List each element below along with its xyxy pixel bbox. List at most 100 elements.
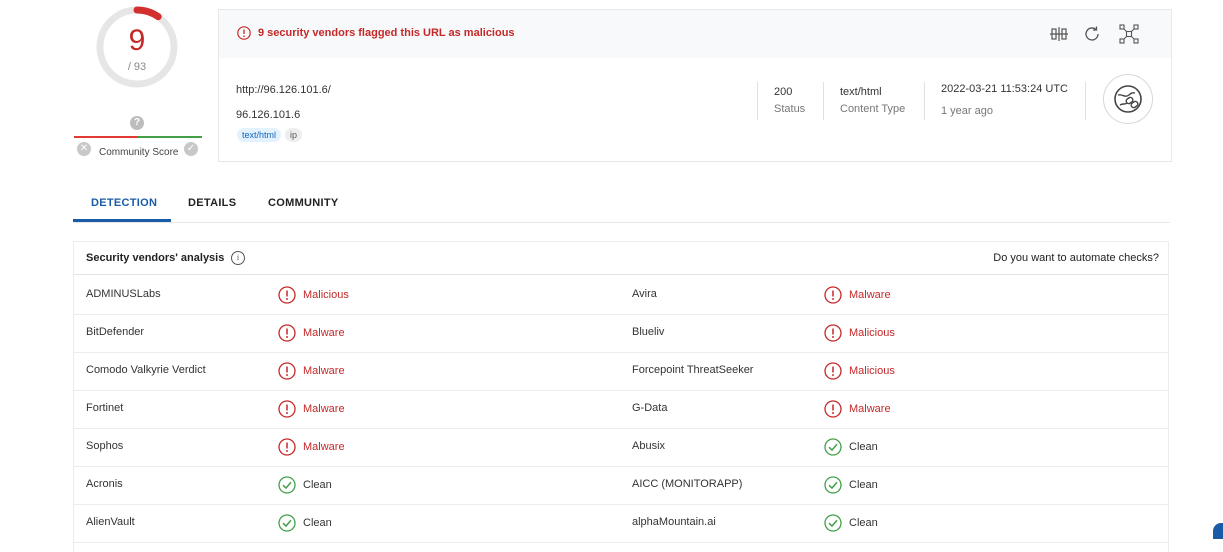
vendor-name: Acronis	[86, 478, 123, 490]
detection-result: Clean	[278, 475, 332, 495]
alert-circle-icon	[278, 438, 296, 456]
result-label: Malicious	[849, 365, 895, 377]
detection-result: Malware	[278, 437, 345, 457]
table-row: Comodo Valkyrie Verdict Malware Forcepoint…	[74, 352, 1168, 391]
downvote-icon[interactable]: ✕	[77, 142, 91, 156]
detection-result: Malicious	[824, 323, 895, 343]
table-row: Sophos Malware Abusix Clean	[74, 428, 1168, 467]
result-tabs: DETECTION DETAILS COMMUNITY	[73, 186, 1170, 223]
summary-card-header: 9 security vendors flagged this URL as m…	[219, 10, 1171, 58]
tag-content-type[interactable]: text/html	[237, 128, 282, 142]
alert-circle-icon	[824, 324, 842, 342]
vendor-name: G-Data	[632, 402, 668, 414]
detection-total: / 93	[127, 61, 147, 73]
result-label: Malware	[303, 441, 345, 453]
check-circle-icon	[278, 514, 296, 532]
alert-circle-icon	[824, 400, 842, 418]
summary-card: 9 security vendors flagged this URL as m…	[218, 9, 1172, 162]
result-label: Clean	[303, 517, 332, 529]
detection-result: Malware	[278, 361, 345, 381]
active-tab-indicator	[73, 219, 171, 222]
result-label: Clean	[849, 479, 878, 491]
divider	[924, 82, 925, 120]
vendor-name: Sophos	[86, 440, 124, 452]
result-label: Malware	[303, 365, 345, 377]
result-label: Malware	[303, 327, 345, 339]
scanned-url[interactable]: http://96.126.101.6/	[236, 84, 331, 96]
tag-list: text/html ip	[237, 128, 303, 142]
detection-result: Malware	[278, 399, 345, 419]
detection-result: Clean	[824, 437, 878, 457]
tab-detection[interactable]: DETECTION	[91, 197, 157, 209]
info-icon[interactable]: i	[231, 251, 245, 265]
detection-result: Malware	[824, 399, 891, 419]
tag-ip[interactable]: ip	[285, 128, 303, 142]
check-circle-icon	[824, 476, 842, 494]
graph-icon[interactable]	[1119, 24, 1139, 44]
compare-icon[interactable]	[1049, 24, 1069, 44]
community-score-bar	[74, 136, 202, 138]
vendor-name: Forcepoint ThreatSeeker	[632, 364, 754, 376]
vendor-name: alphaMountain.ai	[632, 516, 716, 528]
alert-message: 9 security vendors flagged this URL as m…	[258, 27, 515, 39]
scanned-host[interactable]: 96.126.101.6	[236, 109, 300, 121]
alert-circle-icon	[824, 286, 842, 304]
vendor-name: Avira	[632, 288, 657, 300]
vendor-name: AlienVault	[86, 516, 135, 528]
detection-result: Clean	[824, 475, 878, 495]
detection-result: Malware	[824, 285, 891, 305]
automate-checks-link[interactable]: Do you want to automate checks?	[993, 252, 1159, 264]
reanalyze-icon[interactable]	[1082, 24, 1102, 44]
status-label: Status	[774, 103, 806, 115]
alert-circle-icon	[278, 324, 296, 342]
upvote-icon[interactable]: ✓	[184, 142, 198, 156]
detection-result: Clean	[278, 513, 332, 533]
check-circle-icon	[278, 476, 296, 494]
table-header: Security vendors' analysis i Do you want…	[74, 242, 1168, 275]
community-question-icon: ?	[130, 116, 144, 130]
table-row: BitDefender Malware Blueliv Malicious	[74, 314, 1168, 353]
alert-circle-icon	[278, 362, 296, 380]
vendor-name: ADMINUSLabs	[86, 288, 161, 300]
result-label: Malicious	[849, 327, 895, 339]
community-score-label: Community Score	[99, 147, 179, 158]
divider	[1085, 82, 1086, 120]
result-label: Clean	[303, 479, 332, 491]
alert-circle-icon	[278, 400, 296, 418]
detection-result: Malicious	[278, 285, 349, 305]
vendor-name: Comodo Valkyrie Verdict	[86, 364, 206, 376]
detection-score-gauge: 9 / 93	[94, 4, 180, 90]
result-label: Malicious	[303, 289, 349, 301]
community-score: ? ✕ Community Score ✓	[74, 112, 202, 160]
divider	[757, 82, 758, 120]
chat-widget-button[interactable]	[1213, 523, 1223, 539]
table-row: AlienVault Clean alphaMountain.ai Clean	[74, 504, 1168, 543]
tab-community[interactable]: COMMUNITY	[268, 197, 339, 209]
status-value: 200	[774, 86, 793, 98]
alert-circle-icon	[278, 286, 296, 304]
detection-result: Clean	[824, 513, 878, 533]
result-label: Malware	[303, 403, 345, 415]
table-row: Fortinet Malware G-Data Malware	[74, 390, 1168, 429]
table-row: Acronis Clean AICC (MONITORAPP) Clean	[74, 466, 1168, 505]
content-type-value: text/html	[840, 86, 882, 98]
table-title: Security vendors' analysis	[86, 252, 225, 264]
vendor-analysis-table: Security vendors' analysis i Do you want…	[73, 241, 1169, 552]
result-label: Malware	[849, 403, 891, 415]
result-label: Clean	[849, 517, 878, 529]
vendor-name: Fortinet	[86, 402, 124, 414]
vendor-name: Blueliv	[632, 326, 665, 338]
vendor-name: Abusix	[632, 440, 666, 452]
tab-details[interactable]: DETAILS	[188, 197, 236, 209]
globe-link-icon	[1103, 74, 1153, 124]
content-type-label: Content Type	[840, 103, 906, 115]
analysis-date: 2022-03-21 11:53:24 UTC	[941, 83, 1068, 95]
analysis-age: 1 year ago	[941, 105, 993, 117]
vendor-name: BitDefender	[86, 326, 145, 338]
result-label: Clean	[849, 441, 878, 453]
check-circle-icon	[824, 438, 842, 456]
alert-circle-icon	[237, 26, 251, 40]
detection-count: 9	[128, 24, 146, 57]
check-circle-icon	[824, 514, 842, 532]
table-row: ADMINUSLabs Malicious Avira Malware	[74, 276, 1168, 315]
